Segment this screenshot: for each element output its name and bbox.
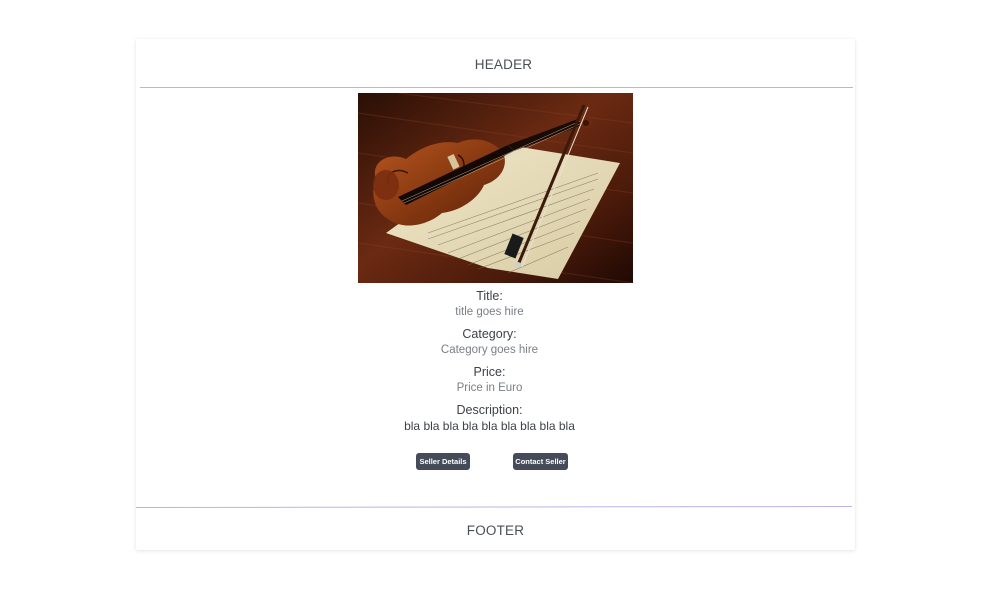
price-label: Price: [473,365,506,379]
description-label: Description: [456,403,523,417]
title-label: Title: [476,289,503,303]
seller-details-button[interactable]: Seller Details [416,453,470,470]
contact-seller-button[interactable]: Contact Seller [513,453,568,470]
page-header: HEADER [136,39,855,87]
header-divider [140,87,853,88]
description-value: bla bla bla bla bla bla bla bla bla [404,419,575,433]
category-label: Category: [462,327,517,341]
product-card: HEADER Title: title goes hire Category: … [135,39,855,550]
price-value: Price in Euro [456,382,523,394]
action-buttons: Seller Details Contact Seller [136,453,855,471]
page-footer: FOOTER [136,509,855,550]
header-text: HEADER [474,56,533,72]
footer-divider [135,506,853,508]
category-value: Category goes hire [440,344,539,356]
footer-text: FOOTER [466,523,525,538]
product-details: Title: title goes hire Category: Categor… [136,289,843,441]
title-value: title goes hire [455,306,524,318]
product-image [358,93,633,283]
